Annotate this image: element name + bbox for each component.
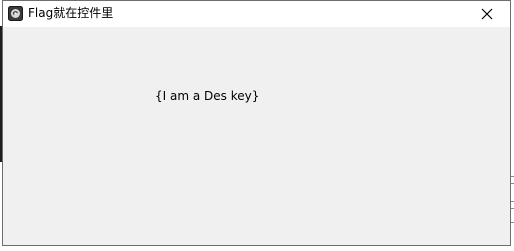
window-title: Flag就在控件里	[28, 6, 114, 20]
app-icon	[8, 6, 23, 21]
key-label: {I am a Des key}	[155, 89, 260, 103]
close-button[interactable]	[464, 1, 510, 27]
background-content-edge: ╌╌╌╌╌╌╌╌╌╌╌╌╌ ╌╌╌╌ ╌ ╌╌╌╌╌╌╌ ╌	[0, 246, 514, 251]
main-window: Flag就在控件里 {I am a Des key}	[2, 0, 511, 246]
window-client-area: {I am a Des key}	[3, 27, 510, 245]
desktop-background: ╌╌╌╌╌╌╌╌╌╌╌╌╌ ╌╌╌╌ ╌ ╌╌╌╌╌╌╌ ╌ Flag就在控件里	[0, 0, 514, 251]
title-bar[interactable]: Flag就在控件里	[3, 1, 510, 27]
close-icon	[481, 8, 493, 20]
